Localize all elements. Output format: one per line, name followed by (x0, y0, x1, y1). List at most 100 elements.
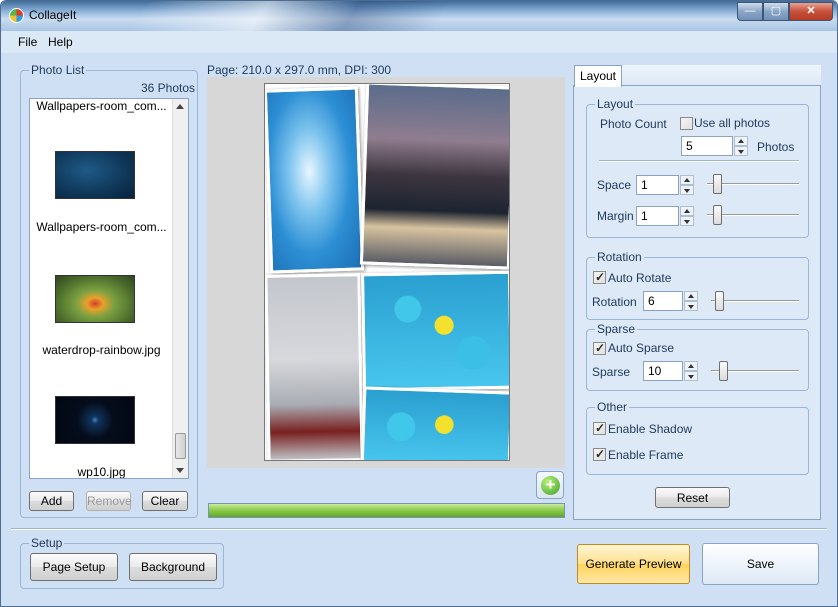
stepper-down-icon[interactable] (684, 371, 698, 381)
stepper-down-icon[interactable] (680, 216, 694, 226)
collage-page (264, 83, 510, 461)
sparse-legend: Sparse (595, 322, 638, 336)
auto-rotate-checkbox[interactable] (593, 270, 606, 284)
clear-button[interactable]: Clear (142, 491, 188, 511)
reset-button[interactable]: Reset (655, 487, 730, 508)
sparse-input[interactable]: 10 (643, 361, 683, 381)
collage-photo-smileys-2 (360, 386, 509, 460)
stepper-down-icon[interactable] (680, 185, 694, 195)
auto-sparse-checkbox[interactable] (593, 341, 606, 355)
stepper-up-icon[interactable] (734, 136, 748, 146)
photo-count-label: 36 Photos (141, 81, 196, 95)
tab-strip (622, 65, 821, 86)
list-item[interactable]: Wallpapers-room_com... (30, 220, 173, 234)
generate-preview-button[interactable]: Generate Preview (577, 544, 690, 584)
progress-fill (209, 504, 564, 517)
other-legend: Other (595, 400, 630, 414)
window-title: CollageIt (29, 8, 77, 22)
use-all-photos-label: Use all photos (694, 116, 771, 130)
preview-canvas[interactable] (207, 77, 565, 468)
bottom-separator (11, 528, 827, 530)
stepper-down-icon[interactable] (684, 301, 698, 311)
auto-rotate-label: Auto Rotate (608, 271, 672, 285)
layout-legend: Layout (595, 97, 636, 111)
rotation-input[interactable]: 6 (643, 291, 683, 311)
stepper-up-icon[interactable] (680, 175, 694, 185)
menu-help[interactable]: Help (48, 35, 73, 49)
space-label: Space (597, 178, 632, 192)
space-stepper[interactable] (680, 175, 694, 195)
space-input[interactable]: 1 (636, 175, 679, 195)
rotation-stepper[interactable] (684, 291, 698, 311)
margin-slider[interactable] (707, 205, 799, 225)
thumbnail-blue-texture[interactable] (55, 151, 135, 199)
rotation-label: Rotation (592, 295, 637, 309)
collage-photo-smileys-1 (360, 270, 509, 392)
margin-stepper[interactable] (680, 206, 694, 226)
enable-frame-label: Enable Frame (608, 448, 684, 462)
remove-button[interactable]: Remove (86, 491, 132, 511)
add-button[interactable]: Add (29, 491, 74, 511)
other-group: Other (586, 400, 809, 475)
list-item[interactable]: wp10.jpg (30, 465, 173, 478)
list-item[interactable]: Wallpapers-room_com... (30, 99, 173, 113)
menu-file[interactable]: File (18, 35, 37, 49)
use-all-photos-checkbox[interactable] (680, 117, 693, 130)
sparse-group: Sparse (586, 322, 809, 391)
enable-frame-checkbox[interactable] (593, 447, 606, 461)
scroll-up-icon[interactable] (176, 104, 184, 109)
photo-list[interactable]: Wallpapers-room_com... Wallpapers-room_c… (29, 98, 189, 479)
close-button[interactable]: ✕ (789, 2, 833, 21)
thumbnail-waterdrop[interactable] (55, 275, 135, 323)
scroll-thumb[interactable] (175, 433, 186, 459)
close-icon: ✕ (806, 5, 816, 17)
photo-list-scrollbar[interactable] (172, 99, 188, 478)
scroll-down-icon[interactable] (176, 468, 184, 473)
maximize-icon: ▢ (770, 5, 782, 17)
sparse-slider[interactable] (711, 361, 799, 381)
enable-shadow-label: Enable Shadow (608, 422, 693, 436)
collage-photo-racer (265, 273, 364, 460)
enable-shadow-checkbox[interactable] (593, 421, 606, 435)
stepper-up-icon[interactable] (684, 291, 698, 301)
margin-label: Margin (597, 209, 634, 223)
rotation-slider[interactable] (711, 291, 799, 311)
stepper-up-icon[interactable] (684, 361, 698, 371)
sparse-stepper[interactable] (684, 361, 698, 381)
sparse-label: Sparse (592, 365, 631, 379)
rotation-legend: Rotation (595, 250, 644, 264)
save-button[interactable]: Save (702, 543, 819, 585)
maximize-button[interactable]: ▢ (763, 2, 789, 21)
plus-icon: + (541, 476, 560, 495)
photos-count-input[interactable]: 5 (681, 136, 733, 156)
thumbnail-dark-logo[interactable] (55, 396, 135, 444)
margin-input[interactable]: 1 (636, 206, 679, 226)
background-button[interactable]: Background (129, 553, 217, 581)
margin-slider-handle[interactable] (713, 205, 722, 225)
photos-unit-label: Photos (757, 140, 795, 154)
title-bar: CollageIt — ▢ ✕ (1, 1, 837, 35)
sparse-slider-handle[interactable] (719, 361, 728, 381)
collageit-logo-icon (9, 8, 24, 23)
minimize-icon: — (744, 5, 756, 17)
stepper-down-icon[interactable] (734, 146, 748, 156)
slider-track (711, 300, 799, 302)
list-item[interactable]: waterdrop-rainbow.jpg (30, 343, 173, 357)
auto-sparse-label: Auto Sparse (608, 341, 675, 355)
progress-bar (208, 503, 565, 518)
stepper-up-icon[interactable] (680, 206, 694, 216)
minimize-button[interactable]: — (737, 2, 763, 21)
rotation-slider-handle[interactable] (715, 291, 724, 311)
photos-count-stepper[interactable] (734, 136, 748, 156)
collage-photo-water-splash (265, 86, 365, 274)
page-info: Page: 210.0 x 297.0 mm, DPI: 300 (207, 63, 392, 77)
photo-list-legend: Photo List (29, 63, 87, 77)
photo-count-field-label: Photo Count (600, 117, 667, 131)
layout-separator (599, 160, 799, 162)
window-controls: — ▢ ✕ (737, 2, 833, 21)
add-photo-button[interactable]: + (536, 471, 564, 499)
space-slider[interactable] (707, 174, 799, 194)
tab-layout[interactable]: Layout (574, 65, 622, 87)
space-slider-handle[interactable] (713, 174, 722, 194)
page-setup-button[interactable]: Page Setup (30, 553, 118, 581)
